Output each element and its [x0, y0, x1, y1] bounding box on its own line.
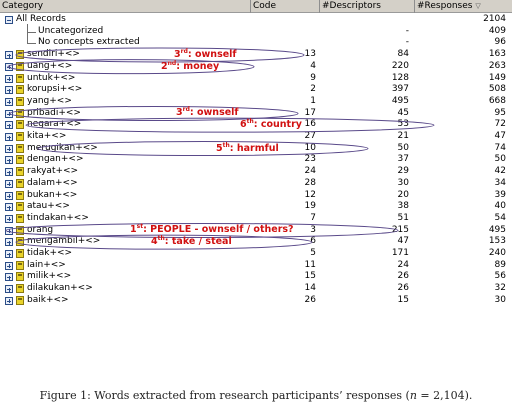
annotation-text: : harmful — [229, 142, 279, 154]
annotation-text: : PEOPLE - ownself / others? — [143, 224, 294, 236]
annotation-label: 4th: take / steal — [151, 235, 232, 247]
annotation-suffix: th — [157, 235, 165, 243]
caption-prefix: Figure 1: Words extracted from research … — [39, 389, 410, 402]
annotation-rank: 6 — [240, 119, 247, 131]
annotation-rank: 2 — [161, 60, 168, 72]
annotation-text: : ownself — [187, 49, 237, 61]
annotation-ellipse — [37, 141, 369, 157]
annotation-rank: 5 — [216, 142, 223, 154]
annotation-label: 3rd: ownself — [176, 106, 239, 118]
annotation-suffix: nd — [167, 59, 177, 67]
annotation-label: 3rd: ownself — [174, 48, 237, 60]
annotation-text: : take / steal — [164, 236, 232, 248]
annotation-label: 5th: harmful — [216, 142, 279, 154]
annotation-suffix: rd — [182, 106, 190, 114]
annotation-text: : ownself — [189, 107, 239, 119]
caption-n: n — [409, 389, 417, 402]
annotation-label: 1st: PEOPLE - ownself / others? — [130, 223, 294, 235]
annotation-rank: 3 — [176, 107, 183, 119]
annotation-text: : country — [253, 119, 302, 131]
annotation-rank: 4 — [151, 236, 158, 248]
annotation-suffix: th — [222, 141, 230, 149]
annotation-text: : money — [176, 60, 220, 72]
annotation-overlay — [5, 47, 435, 250]
annotation-suffix: rd — [180, 47, 188, 55]
annotation-ellipse — [25, 117, 435, 133]
annotation-label: 2nd: money — [161, 60, 219, 72]
annotation-suffix: th — [246, 118, 254, 126]
annotation-rank: 3 — [174, 49, 181, 61]
figure-caption: Figure 1: Words extracted from research … — [0, 389, 512, 402]
annotation-label: 6th: country — [240, 118, 302, 130]
caption-suffix: = 2,104). — [416, 389, 473, 402]
annotation-rank: 1 — [130, 224, 137, 236]
